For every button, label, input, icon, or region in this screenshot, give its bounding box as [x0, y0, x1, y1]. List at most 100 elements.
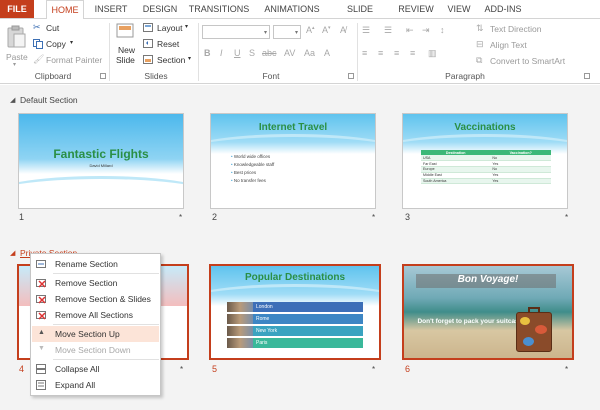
justify-icon[interactable]: ≡ [410, 48, 415, 58]
strikethrough-icon[interactable]: abc [262, 48, 277, 58]
new-slide-label-line2: Slide [116, 55, 135, 65]
slide-number: 2 [212, 212, 218, 222]
tab-slide-show[interactable]: SLIDE SHOW [332, 0, 388, 32]
menu-item-remove-section[interactable]: Remove Section [32, 275, 159, 291]
transition-star-icon[interactable]: * [565, 213, 568, 222]
decrease-indent-icon[interactable]: ⇤ [406, 25, 414, 36]
transition-star-icon[interactable]: * [565, 365, 568, 374]
rename-section-icon [36, 260, 46, 268]
tab-home[interactable]: HOME [46, 0, 84, 19]
destination-photo [227, 326, 253, 336]
change-case-icon[interactable]: Aa [304, 48, 315, 58]
menu-item-collapse-all[interactable]: Collapse All [32, 361, 159, 377]
align-left-icon[interactable]: ≡ [362, 48, 367, 58]
slide-thumbnail-5[interactable]: Popular Destinations London Rome New Yor… [209, 264, 381, 360]
underline-icon[interactable]: U [234, 48, 241, 58]
group-label-slides: Slides [144, 71, 168, 81]
transition-star-icon[interactable]: * [179, 213, 182, 222]
font-size-select[interactable]: ▾ [273, 25, 301, 39]
text-direction-button[interactable]: ⇅ Text Direction [476, 23, 576, 35]
paragraph-launcher-icon[interactable] [584, 73, 590, 79]
scissors-icon: ✂ [33, 22, 41, 32]
destination-photo [227, 314, 253, 324]
bullets-icon[interactable]: ☰ [362, 25, 370, 36]
new-slide-button[interactable]: New Slide [113, 23, 139, 69]
tab-transitions[interactable]: TRANSITIONS [188, 0, 250, 18]
group-divider [357, 23, 358, 81]
clear-formatting-icon[interactable]: A̸ [340, 25, 346, 35]
ribbon: Paste ▾ ✂ Cut Copy ▾ 🖌 Format Painter Cl… [0, 18, 600, 84]
chevron-down-icon: ▾ [13, 62, 17, 68]
section-button[interactable]: Section ▾ [143, 54, 195, 66]
cut-button[interactable]: ✂ Cut [32, 22, 72, 34]
table-cell: South America [421, 178, 491, 185]
shadow-icon[interactable]: S [249, 48, 255, 58]
character-spacing-icon[interactable]: AV [284, 48, 295, 58]
destination-row: New York [227, 326, 363, 336]
font-launcher-icon[interactable] [348, 73, 354, 79]
section-collapse-icon[interactable]: ◢ [10, 249, 15, 257]
tab-review[interactable]: REVIEW [398, 0, 434, 18]
menu-item-rename-section[interactable]: Rename Section [32, 256, 159, 272]
menu-item-label: Remove All Sections [55, 310, 133, 320]
line-spacing-icon[interactable]: ↕ [440, 25, 445, 35]
menu-item-move-section-down[interactable]: ▼ Move Section Down [32, 342, 159, 358]
convert-smartart-button[interactable]: ⧉ Convert to SmartArt [476, 55, 586, 67]
smartart-icon: ⧉ [476, 55, 483, 65]
menu-item-move-section-up[interactable]: ▲ Move Section Up [32, 326, 159, 342]
tab-file[interactable]: FILE [0, 0, 34, 18]
slide-title: Fantastic Flights [53, 147, 149, 161]
expand-all-icon [36, 380, 46, 390]
section-collapse-icon[interactable]: ◢ [10, 96, 15, 104]
slide-thumbnail-6[interactable]: Bon Voyage! Don't forget to pack your su… [402, 264, 574, 360]
paintbrush-icon: 🖌 [33, 54, 45, 64]
copy-button[interactable]: Copy ▾ [32, 38, 82, 50]
bold-icon[interactable]: B [204, 48, 211, 58]
slide-thumbnail-3[interactable]: Vaccinations Destination Vaccination? USA… [402, 113, 568, 209]
font-color-icon[interactable]: A [324, 48, 330, 58]
align-text-button[interactable]: ⊟ Align Text [476, 39, 576, 51]
shrink-font-icon[interactable]: A▾ [322, 25, 331, 35]
align-center-icon[interactable]: ≡ [378, 48, 383, 58]
reset-button[interactable]: Reset [143, 38, 189, 50]
tab-animations[interactable]: ANIMATIONS [262, 0, 322, 18]
slide-number: 1 [19, 212, 25, 222]
increase-indent-icon[interactable]: ⇥ [422, 25, 430, 36]
paste-button[interactable]: Paste ▾ [4, 25, 28, 69]
italic-icon[interactable]: I [220, 48, 223, 58]
align-right-icon[interactable]: ≡ [394, 48, 399, 58]
slide-title: Popular Destinations [244, 272, 345, 283]
group-label-paragraph: Paragraph [445, 71, 485, 81]
group-label-clipboard: Clipboard [34, 71, 72, 81]
destination-row: London [227, 302, 363, 312]
format-painter-button[interactable]: 🖌 Format Painter [32, 54, 104, 66]
transition-star-icon[interactable]: * [372, 365, 375, 374]
destination-photo [227, 338, 253, 348]
remove-all-sections-icon [36, 311, 46, 320]
clipboard-launcher-icon[interactable] [100, 73, 106, 79]
triangle-up-icon: ▲ [38, 329, 45, 336]
slide-thumbnail-1[interactable]: Fantastic Flights David Millard [18, 113, 184, 209]
menu-item-remove-all-sections[interactable]: Remove All Sections [32, 307, 159, 323]
menu-separator [53, 359, 159, 360]
transition-star-icon[interactable]: * [180, 365, 183, 374]
tab-insert[interactable]: INSERT [90, 0, 132, 18]
transition-star-icon[interactable]: * [372, 213, 375, 222]
slide-bullet: Knowledgeable staff [231, 162, 274, 167]
menu-item-remove-section-slides[interactable]: Remove Section & Slides [32, 291, 159, 307]
layout-button[interactable]: Layout ▾ [143, 22, 193, 34]
tab-add-ins[interactable]: ADD-INS [482, 0, 524, 18]
tab-view[interactable]: VIEW [446, 0, 472, 18]
new-slide-label-line1: New [118, 45, 136, 55]
numbering-icon[interactable]: ☰ [384, 25, 392, 36]
travel-sticker [523, 337, 534, 346]
travel-sticker [535, 325, 547, 334]
section-title-default[interactable]: Default Section [20, 95, 78, 105]
columns-icon[interactable]: ▥ [428, 48, 437, 59]
menu-item-expand-all[interactable]: Expand All [32, 377, 159, 393]
tab-design[interactable]: DESIGN [140, 0, 180, 18]
menu-item-label: Rename Section [55, 259, 118, 269]
font-name-select[interactable]: ▾ [202, 25, 270, 39]
grow-font-icon[interactable]: A▴ [306, 25, 315, 35]
slide-thumbnail-2[interactable]: Internet Travel World wide offices Knowl… [210, 113, 376, 209]
